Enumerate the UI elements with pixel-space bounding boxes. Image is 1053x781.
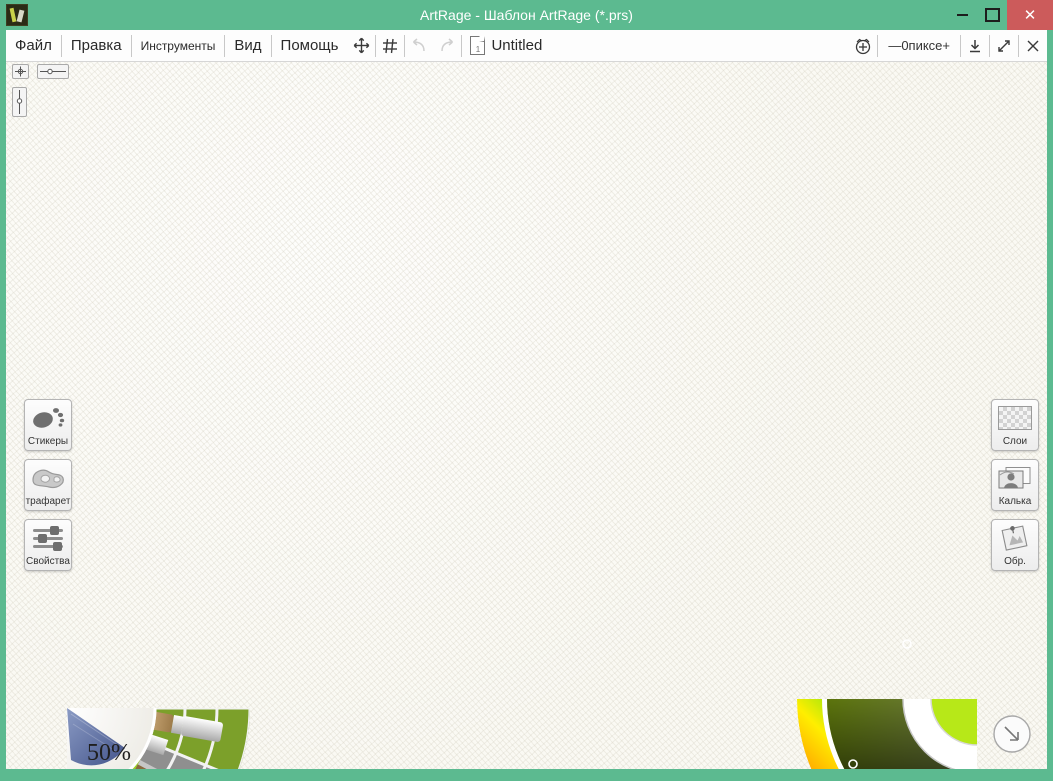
menu-view[interactable]: Вид: [225, 30, 270, 62]
vertical-ruler-button[interactable]: [12, 87, 27, 117]
stickers-label: Стикеры: [27, 436, 69, 447]
download-icon[interactable]: [961, 32, 989, 60]
move-tool-icon[interactable]: [347, 32, 375, 60]
menu-right-group: —0пиксе+: [849, 32, 1047, 60]
menu-tools[interactable]: Инструменты: [132, 30, 225, 62]
menu-help[interactable]: Помощь: [272, 30, 348, 62]
tracing-button[interactable]: Калька: [991, 459, 1039, 511]
stencil-icon: [25, 460, 71, 496]
stencil-label: трафарет: [25, 496, 71, 507]
reset-rotation-icon[interactable]: [849, 32, 877, 60]
stickers-button[interactable]: Стикеры: [24, 399, 72, 451]
menu-bar: Файл Правка Инструменты Вид Помощь 1 Unt…: [6, 30, 1047, 62]
brush-size-label: 50%: [87, 740, 131, 766]
close-window-button[interactable]: ✕: [1007, 0, 1053, 30]
tool-wheel-rings[interactable]: ArtR: [6, 525, 250, 769]
window-frame-right: [1047, 30, 1053, 781]
undo-icon[interactable]: [405, 32, 433, 60]
menu-separator: [461, 34, 463, 57]
maximize-button[interactable]: [977, 0, 1007, 30]
artrage-palette-icon: [6, 4, 28, 26]
menu-file[interactable]: Файл: [6, 30, 61, 62]
stencil-button[interactable]: трафарет: [24, 459, 72, 511]
canvas-area[interactable]: Стикеры трафарет Свойства Слои Калька Об…: [6, 62, 1047, 769]
redo-icon[interactable]: [433, 32, 461, 60]
document-name[interactable]: Untitled: [491, 37, 542, 54]
artrage-window: ArtRage - Шаблон ArtRage (*.prs) ✕ Файл …: [0, 0, 1053, 781]
layers-label: Слои: [1002, 436, 1028, 447]
menu-edit[interactable]: Правка: [62, 30, 131, 62]
title-bar: ArtRage - Шаблон ArtRage (*.prs) ✕: [0, 0, 1053, 30]
saturation-marker[interactable]: [902, 639, 912, 649]
grid-toggle-icon[interactable]: [376, 32, 404, 60]
document-icon: 1: [470, 36, 486, 55]
layers-button[interactable]: Слои: [991, 399, 1039, 451]
ruler-origin-button[interactable]: [12, 64, 29, 79]
zoom-level-label[interactable]: —0пиксе+: [878, 38, 960, 53]
minimize-button[interactable]: [947, 0, 977, 30]
tracing-image-icon: [992, 460, 1038, 496]
footprint-icon: [25, 400, 71, 436]
window-title: ArtRage - Шаблон ArtRage (*.prs): [420, 7, 633, 23]
window-frame-left: [0, 30, 6, 781]
fullscreen-icon[interactable]: [990, 32, 1018, 60]
color-wheel-collapse-button[interactable]: [993, 715, 1031, 753]
close-document-icon[interactable]: [1019, 32, 1047, 60]
ruler-controls: [12, 64, 70, 117]
window-controls: ✕: [947, 0, 1053, 30]
layers-checkerboard-icon: [992, 400, 1038, 436]
window-frame-bottom: [0, 769, 1053, 781]
horizontal-ruler-button[interactable]: [37, 64, 70, 79]
tracing-label: Калька: [998, 496, 1032, 507]
color-wheel[interactable]: аблона в коллек: [797, 519, 1047, 769]
tool-wheel[interactable]: ArtR: [6, 525, 250, 769]
